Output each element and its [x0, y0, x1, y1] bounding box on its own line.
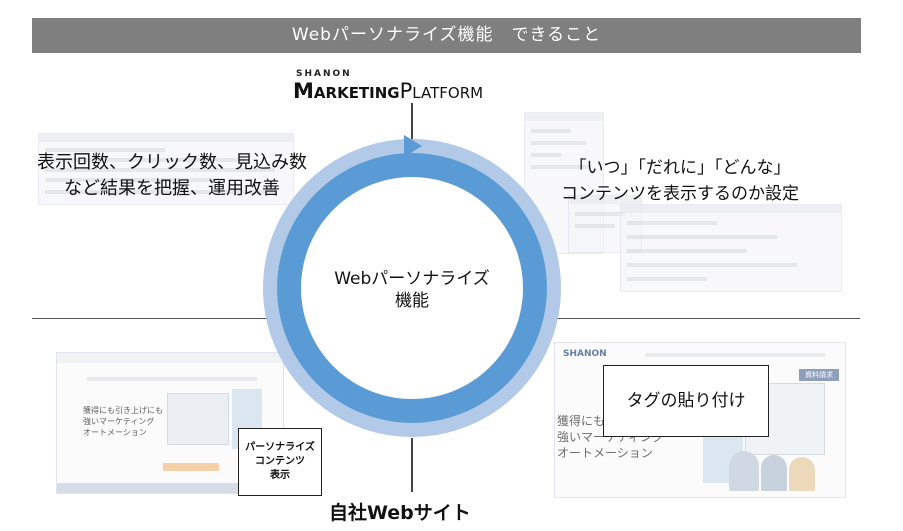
axis-left-line: [32, 318, 272, 319]
logo-shanon: SHANON: [296, 69, 352, 79]
axis-right-line: [552, 318, 860, 319]
tag-paste-box: タグの貼り付け: [603, 365, 769, 437]
center-label: Webパーソナライズ 機能: [334, 269, 490, 311]
analytics-description: 表示回数、クリック数、見込み数 など結果を把握、運用改善: [37, 152, 307, 199]
logo-marketing-platform: MARKETINGPLATFORM: [293, 79, 484, 103]
settings-screenshot-3: [620, 204, 842, 292]
title-bar: Webパーソナライズ機能 できること: [32, 18, 861, 53]
page-title: Webパーソナライズ機能 できること: [291, 25, 602, 45]
personalized-content-box: パーソナライズ コンテンツ 表示: [238, 428, 322, 496]
settings-description: 「いつ」「だれに」「どんな」 コンテンツを表示するのか設定: [561, 158, 799, 204]
own-website-label: 自社Webサイト: [329, 502, 471, 524]
axis-bottom-line: [411, 438, 413, 492]
